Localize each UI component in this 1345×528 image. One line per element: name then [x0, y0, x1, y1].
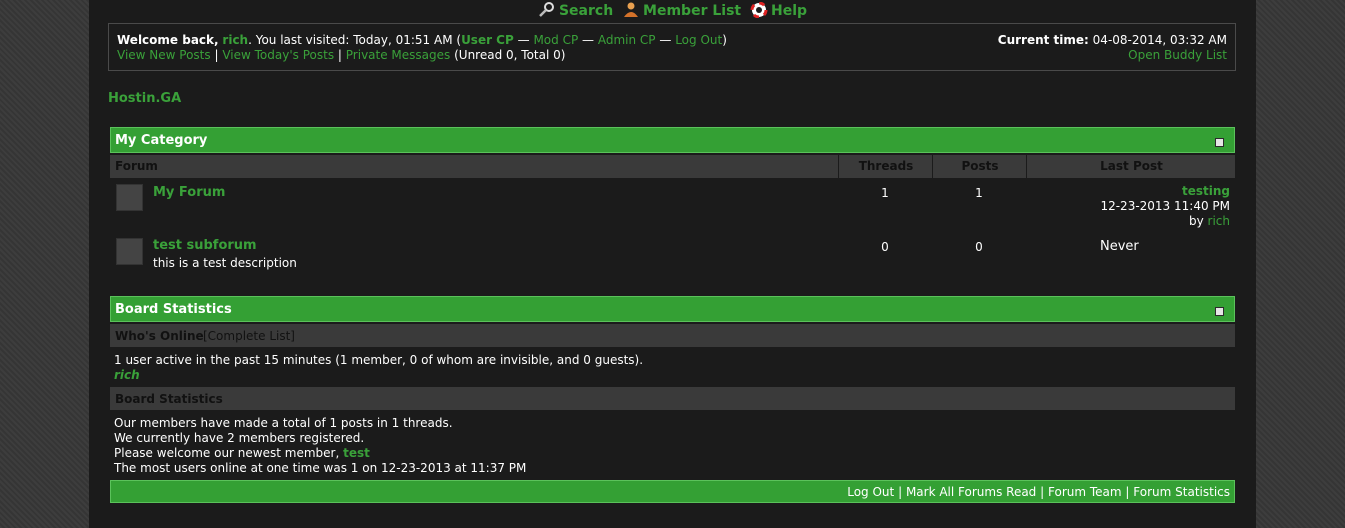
mod-cp-link[interactable]: Mod CP — [533, 33, 578, 47]
forum-team-link[interactable]: Forum Team — [1048, 485, 1122, 499]
forum-statistics-link[interactable]: Forum Statistics — [1133, 485, 1230, 499]
last-post-never: Never — [1100, 239, 1139, 254]
quick-links: View New Posts | View Today's Posts | Pr… — [117, 48, 565, 62]
member-icon — [624, 2, 639, 17]
welcome-line: Welcome back, rich. You last visited: To… — [117, 33, 727, 47]
current-time-label: Current time: — [997, 33, 1089, 47]
forum-status-icon[interactable] — [116, 238, 143, 265]
view-todays-posts-link[interactable]: View Today's Posts — [222, 48, 334, 62]
last-post-by: by — [1188, 214, 1204, 228]
forum-threads-count: 0 — [881, 240, 889, 254]
last-post-user-link[interactable]: rich — [1208, 214, 1230, 228]
forum-posts-count: 1 — [975, 186, 983, 200]
help-link[interactable]: Help — [750, 0, 807, 22]
active-users-text: 1 user active in the past 15 minutes (1 … — [114, 353, 644, 367]
current-time: Current time: 04-08-2014, 03:32 AM — [998, 33, 1227, 47]
pipe-separator: | — [214, 48, 219, 62]
mark-all-read-link[interactable]: Mark All Forums Read — [906, 485, 1036, 499]
top-menu: Search Member List Help — [89, 0, 1256, 22]
last-visit-text: . You last visited: Today, 01:51 AM ( — [248, 33, 462, 47]
forum-row: My Forum 1 1 testing 12-23-2013 11:40 PM… — [110, 178, 1235, 233]
welcome-prefix: Welcome back, — [117, 33, 219, 47]
separator: — — [659, 33, 672, 47]
newest-member-link[interactable]: test — [343, 446, 370, 460]
forum-posts-count: 0 — [975, 240, 983, 254]
welcome-username-link[interactable]: rich — [222, 33, 248, 47]
pipe-separator: | — [1125, 485, 1130, 499]
col-posts: Posts — [932, 155, 1027, 178]
last-post-info: testing 12-23-2013 11:40 PM by rich — [1100, 184, 1230, 229]
col-threads: Threads — [838, 155, 933, 178]
board-stats-subheader: Board Statistics — [110, 387, 1235, 410]
pipe-separator: | — [1040, 485, 1045, 499]
col-forum: Forum — [115, 159, 158, 173]
search-label: Search — [558, 3, 614, 19]
last-post-date: 12-23-2013 11:40 PM — [1100, 199, 1230, 213]
whos-online-label: Who's Online — [115, 329, 204, 343]
separator: — — [582, 33, 595, 47]
total-posts-text: Our members have made a total of 1 posts… — [114, 416, 453, 430]
pipe-separator: | — [898, 485, 903, 499]
member-list-link[interactable]: Member List — [622, 0, 741, 22]
pipe-separator: | — [337, 48, 342, 62]
forum-status-icon[interactable] — [116, 184, 143, 211]
forum-name-link[interactable]: My Forum — [153, 185, 225, 200]
category-header: My Category — [110, 127, 1235, 153]
forum-threads-count: 1 — [881, 186, 889, 200]
welcome-panel: Welcome back, rich. You last visited: To… — [108, 23, 1236, 71]
help-label: Help — [770, 3, 808, 19]
site-name-link[interactable]: Hostin.GA — [108, 91, 181, 106]
col-last-post: Last Post — [1026, 155, 1236, 178]
search-link[interactable]: Search — [538, 0, 613, 22]
separator: — — [517, 33, 530, 47]
admin-cp-link[interactable]: Admin CP — [598, 33, 656, 47]
logout-link[interactable]: Log Out — [675, 33, 722, 47]
open-buddy-list-link[interactable]: Open Buddy List — [1128, 48, 1227, 62]
most-online-text: The most users online at one time was 1 … — [114, 461, 527, 475]
page-wrapper: Search Member List Help Welcome back, ri… — [89, 0, 1256, 528]
forum-description: this is a test description — [153, 256, 297, 270]
online-user-link[interactable]: rich — [114, 368, 140, 382]
search-icon — [539, 2, 554, 17]
collapse-icon[interactable] — [1215, 307, 1224, 316]
board-stats-subtitle: Board Statistics — [115, 392, 223, 406]
user-cp-link[interactable]: User CP — [461, 33, 514, 47]
collapse-icon[interactable] — [1215, 138, 1224, 147]
private-messages-link[interactable]: Private Messages — [346, 48, 451, 62]
footer-logout-link[interactable]: Log Out — [847, 485, 894, 499]
forum-name-link[interactable]: test subforum — [153, 238, 257, 253]
whos-online-bar: Who's Online [Complete List] — [110, 324, 1235, 347]
category-title[interactable]: My Category — [115, 133, 207, 148]
board-stats-title: Board Statistics — [115, 302, 232, 317]
buddy-list: Open Buddy List — [1128, 48, 1227, 62]
member-list-label: Member List — [643, 3, 742, 19]
view-new-posts-link[interactable]: View New Posts — [117, 48, 211, 62]
last-post-link[interactable]: testing — [1182, 184, 1230, 198]
forum-row: test subforum this is a test description… — [110, 233, 1235, 273]
newest-member-prefix: Please welcome our newest member, — [114, 446, 340, 460]
current-time-value: 04-08-2014, 03:32 AM — [1092, 33, 1227, 47]
newest-member-line: Please welcome our newest member, test — [114, 446, 370, 460]
pm-counts: (Unread 0, Total 0) — [454, 48, 566, 62]
footer-bar: Log Out | Mark All Forums Read | Forum T… — [110, 480, 1235, 503]
complete-list-link[interactable]: [Complete List] — [203, 329, 295, 343]
members-registered-text: We currently have 2 members registered. — [114, 431, 365, 445]
footer-links: Log Out | Mark All Forums Read | Forum T… — [847, 485, 1230, 499]
lifebuoy-icon — [750, 1, 768, 19]
forum-column-headers: Forum Threads Posts Last Post — [110, 155, 1235, 178]
close-paren: ) — [722, 33, 727, 47]
board-stats-header: Board Statistics — [110, 296, 1235, 322]
